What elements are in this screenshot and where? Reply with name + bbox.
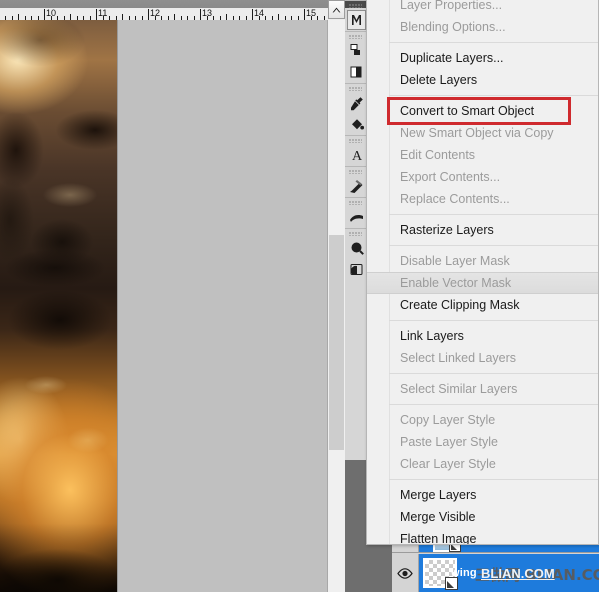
panel-grip-icon[interactable] [349,87,362,91]
context-menu-items: Layer Properties...Blending Options... Du… [367,0,599,545]
ruler-label: 13 [200,8,212,18]
burn-tool-icon[interactable] [347,259,366,279]
panel-grip-icon[interactable] [349,4,362,8]
panel-grip-icon[interactable] [349,139,362,143]
quick-mask-icon[interactable] [347,62,366,82]
menu-item-flatten-image[interactable]: Flatten Image [367,528,599,545]
type-tool-icon[interactable]: A [347,145,366,165]
layer-visibility-toggle[interactable] [392,554,419,592]
menu-item-delete-layers[interactable]: Delete Layers [367,69,599,91]
menu-item-edit-contents: Edit Contents [367,144,599,166]
eraser-icon[interactable] [347,176,366,196]
menu-item-rasterize-layers[interactable]: Rasterize Layers [367,219,599,241]
menu-item-blending-options: Blending Options... [367,16,599,38]
panel-grip-icon[interactable] [349,232,362,236]
menu-item-copy-layer-style: Copy Layer Style [367,409,599,431]
scroll-up-arrow-icon[interactable] [328,0,345,19]
menu-item-convert-to-smart-object[interactable]: Convert to Smart Object [367,100,599,122]
menu-separator [389,373,599,374]
canvas-pasteboard [117,20,329,592]
menu-item-duplicate-layers[interactable]: Duplicate Layers... [367,47,599,69]
layer-context-menu[interactable]: Layer Properties...Blending Options... Du… [366,0,599,545]
panel-grip-icon[interactable] [349,170,362,174]
svg-text:A: A [352,149,363,162]
dodge-tool-icon[interactable] [347,238,366,258]
panel-grip-icon[interactable] [349,35,362,39]
ruler-label: 12 [148,8,160,18]
menu-item-layer-properties: Layer Properties... [367,0,599,16]
menu-item-clear-layer-style: Clear Layer Style [367,453,599,475]
layers-panel[interactable]: wing 三做网 BLIAN.COM BLIAN.COM [369,540,599,592]
menu-item-create-clipping-mask[interactable]: Create Clipping Mask [367,294,599,316]
gradient-icon[interactable] [347,207,366,227]
eye-icon [397,568,413,579]
ruler-label: 11 [96,8,107,18]
menu-item-merge-visible[interactable]: Merge Visible [367,506,599,528]
menu-separator [389,404,599,405]
tool-group-6 [345,197,368,227]
menu-item-enable-vector-mask: Enable Vector Mask [367,272,599,294]
menu-item-disable-layer-mask: Disable Layer Mask [367,250,599,272]
menu-item-select-similar-layers: Select Similar Layers [367,378,599,400]
menu-item-merge-layers[interactable]: Merge Layers [367,484,599,506]
menu-item-link-layers[interactable]: Link Layers [367,325,599,347]
eyedropper-icon[interactable] [347,93,366,113]
sky-bottom-vignette [0,20,117,592]
menu-separator [389,42,599,43]
menu-item-new-smart-object-via-copy: New Smart Object via Copy [367,122,599,144]
ruler-label: 15 [304,8,316,18]
tool-group-5 [345,166,368,196]
layers-panel-gutter [369,540,392,592]
tool-group-3 [345,83,368,134]
menu-separator [389,95,599,96]
layer-row[interactable] [392,554,599,592]
document-window: 10 11 12 13 14 15 [0,0,345,592]
canvas-image[interactable] [0,20,117,592]
tool-group-7 [345,228,368,279]
screen-mode-icon[interactable] [347,41,366,61]
ruler-label: 14 [252,8,264,18]
scrollbar-thumb[interactable] [329,235,344,450]
tool-group-2 [345,31,368,82]
ruler-label: 10 [44,8,56,18]
panel-grip-icon[interactable] [349,201,362,205]
tool-group-1 [345,0,368,30]
menu-separator [389,245,599,246]
horizontal-ruler[interactable]: 10 11 12 13 14 15 [0,0,345,20]
mask-mode-icon[interactable] [347,10,366,30]
tool-group-4: A [345,135,368,165]
menu-item-paste-layer-style: Paste Layer Style [367,431,599,453]
menu-separator [389,320,599,321]
menu-item-export-contents: Export Contents... [367,166,599,188]
paint-bucket-icon[interactable] [347,114,366,134]
menu-separator [389,214,599,215]
smart-object-badge-icon [445,577,458,590]
document-vertical-scrollbar[interactable] [327,20,345,592]
menu-item-select-linked-layers: Select Linked Layers [367,347,599,369]
menu-item-replace-contents: Replace Contents... [367,188,599,210]
menu-separator [389,479,599,480]
layer-thumbnail[interactable] [423,558,457,588]
